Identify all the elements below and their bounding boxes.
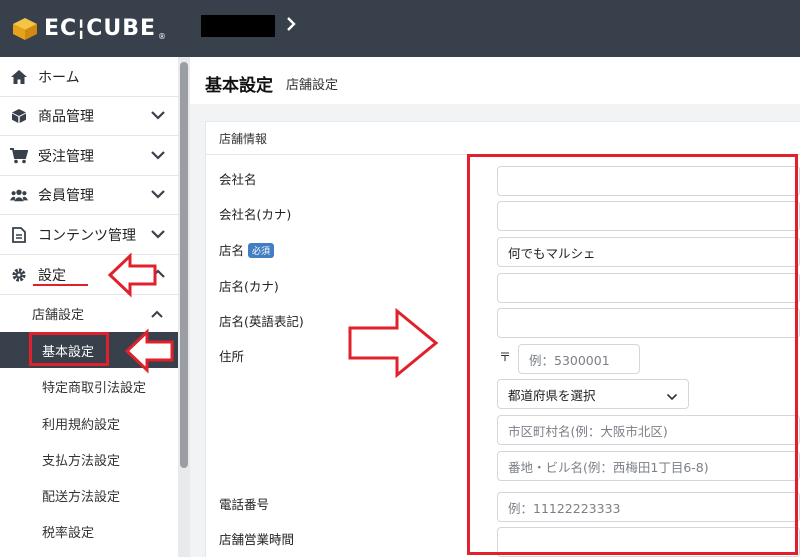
card-header (205, 121, 800, 155)
sidebar-subitem-legal[interactable]: 特定商取引法設定 (0, 368, 178, 404)
sidebar-subitem-label: 利用規約設定 (42, 417, 121, 433)
page-header (190, 57, 800, 104)
cube-logo-icon (12, 17, 38, 41)
users-icon (10, 186, 28, 204)
annotation-arrow-left-icon (107, 252, 157, 298)
sidebar-subitem-delivery[interactable]: 配送方法設定 (0, 477, 178, 513)
sidebar-subitem-label: 支払方法設定 (42, 453, 121, 469)
home-icon (10, 68, 28, 86)
redacted-shop-name (201, 15, 275, 37)
sidebar-subitem-payment[interactable]: 支払方法設定 (0, 441, 178, 477)
sidebar-subitem-terms[interactable]: 利用規約設定 (0, 405, 178, 441)
label-address: 住所 (219, 349, 245, 364)
sidebar-item-label: 設定 (38, 267, 66, 284)
logo-text: EC¦CUBE (44, 16, 157, 41)
label-company-kana: 会社名(カナ) (219, 207, 292, 222)
sidebar-subitem-label: 特定商取引法設定 (42, 380, 147, 396)
label-company-name: 会社名 (219, 172, 257, 187)
sidebar-subitem-tax[interactable]: 税率設定 (0, 513, 178, 549)
cart-icon (10, 147, 28, 165)
annotation-arrow-left-icon (124, 328, 174, 374)
sidebar-subgroup-label: 店舗設定 (32, 307, 85, 323)
sidebar-item-label: 受注管理 (38, 148, 94, 165)
box-icon (10, 107, 28, 125)
label-hours: 店舗営業時間 (219, 532, 295, 547)
chevron-up-icon (150, 308, 164, 323)
sidebar-item-contents[interactable]: コンテンツ管理 (0, 215, 178, 255)
sidebar-item-label: 会員管理 (38, 187, 94, 204)
sidebar-item-orders[interactable]: 受注管理 (0, 136, 178, 176)
annotation-frame (467, 154, 798, 555)
sidebar-subitem-label: 配送方法設定 (42, 489, 121, 505)
label-shop-en: 店名(英語表記) (219, 314, 304, 329)
logo-trademark: ® (158, 32, 167, 41)
label-shop-name: 店名 必須 (219, 240, 275, 259)
sidebar-item-products[interactable]: 商品管理 (0, 96, 178, 136)
gear-icon (10, 266, 28, 284)
sidebar-item-members[interactable]: 会員管理 (0, 175, 178, 215)
annotation-arrow-right-icon (348, 307, 439, 379)
chevron-down-icon (150, 148, 166, 164)
page-title: 基本設定 (205, 76, 273, 96)
required-badge: 必須 (248, 243, 275, 258)
label-shop-name-text: 店名 (219, 243, 245, 258)
sidebar-item-label: コンテンツ管理 (38, 227, 136, 244)
ec-cube-logo[interactable]: EC¦CUBE ® (12, 17, 166, 41)
sidebar-item-home[interactable]: ホーム (0, 57, 178, 97)
file-icon (10, 226, 28, 244)
chevron-down-icon (150, 108, 166, 124)
sidebar-scroll-thumb[interactable] (180, 62, 188, 468)
sidebar-subgroup-shop-settings[interactable]: 店舗設定 (0, 295, 178, 331)
sidebar-item-label: ホーム (38, 69, 80, 86)
sidebar-subitem-label: 税率設定 (42, 525, 95, 541)
annotation-box (29, 332, 109, 366)
card-title: 店舗情報 (219, 132, 268, 146)
chevron-right-icon[interactable] (286, 16, 296, 37)
chevron-down-icon (150, 187, 166, 203)
annotation-underline (33, 284, 88, 286)
label-phone: 電話番号 (219, 497, 270, 512)
sidebar-item-label: 商品管理 (38, 108, 94, 125)
page-subtitle: 店舗設定 (286, 78, 339, 93)
chevron-down-icon (150, 227, 166, 243)
label-shop-kana: 店名(カナ) (219, 279, 279, 294)
